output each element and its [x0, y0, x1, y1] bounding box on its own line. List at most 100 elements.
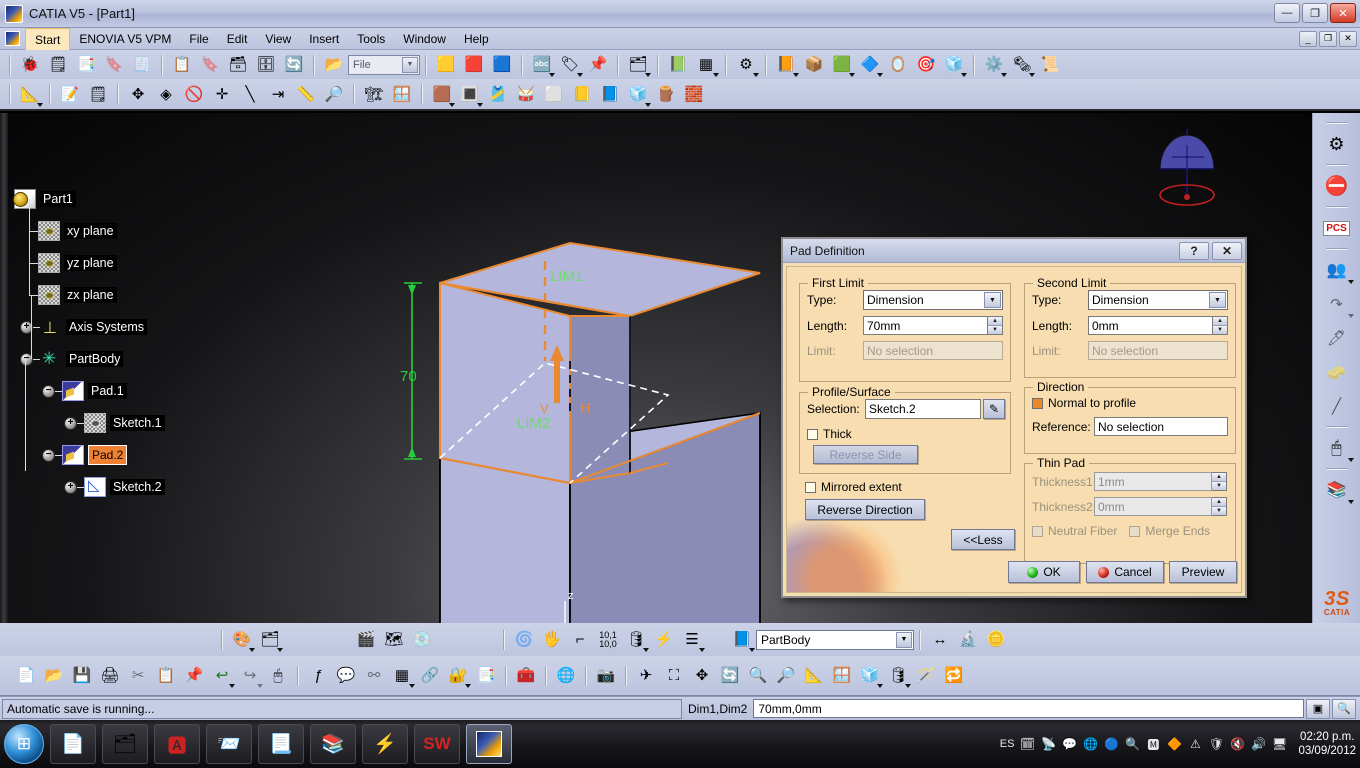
open-folder-icon[interactable]: 📂	[321, 52, 347, 77]
whats-this-help-icon[interactable]: 🖱	[265, 663, 291, 688]
hide-show-icon[interactable]: 🪄	[913, 663, 939, 688]
undo-icon[interactable]: ↩	[209, 663, 235, 688]
tree-item-partbody[interactable]: − ✳ PartBody	[20, 327, 165, 375]
shading-mode-icon[interactable]: 🛢	[885, 663, 911, 688]
capture-camera-icon[interactable]: 📷	[593, 663, 619, 688]
sketch-icon[interactable]: 📐	[17, 82, 43, 107]
tray-icon-6[interactable]: 🔍	[1124, 736, 1140, 752]
fly-mode-icon[interactable]: ✈	[633, 663, 659, 688]
taskbar-item-document-2[interactable]: 📃	[258, 724, 304, 764]
knowledge-gear-icon[interactable]: ⚙️	[981, 52, 1007, 77]
navigation-compass[interactable]	[1152, 127, 1222, 215]
tree-item-zx-plane[interactable]: zx plane	[29, 263, 165, 311]
list-tool-icon[interactable]: ☰	[679, 627, 705, 652]
minimize-button[interactable]: —	[1274, 3, 1300, 23]
cylinder-tool-icon[interactable]: 🛢	[623, 627, 649, 652]
tree-item-sketch-1[interactable]: + Sketch.1	[25, 391, 165, 439]
profile-selection-input[interactable]: Sketch.2	[865, 399, 981, 419]
translate-icon[interactable]: ✥	[125, 82, 151, 107]
pdm-list-icon[interactable]: 🗄	[253, 52, 279, 77]
sketch-edit-icon[interactable]: 📝	[57, 82, 83, 107]
thickness-icon[interactable]: 🟩	[829, 52, 855, 77]
measure-item-bottom-icon[interactable]: 🔬	[955, 627, 981, 652]
reverse-direction-button[interactable]: Reverse Direction	[805, 499, 925, 520]
publication-icon[interactable]: 🌐	[553, 663, 579, 688]
first-limit-type-select[interactable]: Dimension ▼	[863, 290, 1003, 310]
tray-icon-2[interactable]: 📡	[1040, 736, 1056, 752]
chevron-down-icon[interactable]: ▼	[1209, 292, 1226, 308]
tray-icon-4[interactable]: 🌐	[1082, 736, 1098, 752]
doc-minimize-button[interactable]: _	[1299, 30, 1317, 47]
hole-icon[interactable]: ⬜	[541, 82, 567, 107]
knowledge-expert-icon[interactable]: 📑	[473, 663, 499, 688]
section-cut-icon[interactable]: 🪟	[389, 82, 415, 107]
taskbar-item-solidworks[interactable]: SW	[414, 724, 460, 764]
constraint-analysis-icon[interactable]: ⚙	[733, 52, 759, 77]
start-button[interactable]: ⊞	[4, 724, 44, 764]
taskbar-item-explorer[interactable]: 🗂	[102, 724, 148, 764]
catalog-browser-icon[interactable]: 🗂	[625, 52, 651, 77]
split-icon[interactable]: 🔷	[857, 52, 883, 77]
scene-icon[interactable]: 🎬	[353, 627, 379, 652]
tree-item-sketch-2[interactable]: + ◺ Sketch.2	[25, 455, 165, 503]
flag-note-icon[interactable]: 🏷	[557, 52, 583, 77]
design-table-icon[interactable]: 🗞	[1009, 52, 1035, 77]
doc-restore-button[interactable]: ❐	[1319, 30, 1337, 47]
sketch-edit-button[interactable]: ✎	[983, 399, 1005, 419]
sketch-report-icon[interactable]: 🗒	[85, 82, 111, 107]
multi-view-icon[interactable]: 🪟	[829, 663, 855, 688]
taskbar-item-outlook[interactable]: 📨	[206, 724, 252, 764]
swap-visible-icon[interactable]: 🔁	[941, 663, 967, 688]
second-limit-limit-input[interactable]: No selection	[1088, 341, 1228, 360]
dialog-close-button[interactable]: ✕	[1212, 242, 1242, 260]
fit-all-in-icon[interactable]: ⛶	[661, 663, 687, 688]
tree-item-yz-plane[interactable]: yz plane	[29, 231, 165, 279]
tray-icon-7[interactable]: 🅼	[1145, 736, 1161, 752]
file-type-combo[interactable]: File ▼	[348, 54, 420, 75]
close-button[interactable]: ✕	[1330, 3, 1356, 23]
ok-button[interactable]: OK	[1008, 561, 1080, 583]
mirrored-extent-checkbox[interactable]	[805, 481, 816, 493]
line-icon[interactable]: ╲	[237, 82, 263, 107]
taskbar-item-autocad[interactable]: 🅰	[154, 724, 200, 764]
groove-icon[interactable]: 🥁	[513, 82, 539, 107]
menu-file[interactable]: File	[180, 28, 217, 50]
annotation-arrow-icon[interactable]: ↷	[1315, 287, 1359, 321]
apply-material-main-icon[interactable]: 🧰	[513, 663, 539, 688]
parameters-icon[interactable]: 10,1 10,0	[595, 627, 621, 652]
collapse-pad1-icon[interactable]: −	[42, 384, 55, 398]
eraser-icon[interactable]: 🧽	[1315, 355, 1359, 389]
isometric-view-icon[interactable]: 🧊	[857, 663, 883, 688]
less-button[interactable]: <<Less	[951, 529, 1015, 550]
preview-button[interactable]: Preview	[1169, 561, 1237, 583]
tree-item-pad-2[interactable]: − Pad.2	[25, 423, 165, 471]
window-restore-small-icon[interactable]: ▣	[1306, 698, 1330, 719]
taskbar-item-catia[interactable]	[466, 724, 512, 764]
formula-icon[interactable]: ƒ	[305, 663, 331, 688]
tray-icon-3[interactable]: 💬	[1061, 736, 1077, 752]
measure-distance-icon[interactable]: ↔	[927, 627, 953, 652]
stiffener-icon[interactable]: 🧊	[625, 82, 651, 107]
menu-edit[interactable]: Edit	[218, 28, 257, 50]
tree-item-pad-1[interactable]: − Pad.1	[25, 359, 165, 407]
enovia-connect-icon[interactable]: 🐞	[17, 52, 43, 77]
tray-icon-8[interactable]: 🔶	[1166, 736, 1182, 752]
normal-view-icon[interactable]: 📐	[801, 663, 827, 688]
measure-between-icon[interactable]: 🟦	[489, 52, 515, 77]
normal-to-profile-checkbox[interactable]	[1032, 397, 1043, 409]
cancel-exit-icon[interactable]: ⛔	[1315, 169, 1359, 203]
render-icon[interactable]: 💿	[409, 627, 435, 652]
tree-item-part1[interactable]: Part1	[13, 183, 165, 215]
expand-sketch2-icon[interactable]: +	[64, 480, 77, 494]
manipulate-icon[interactable]: 🖐	[539, 627, 565, 652]
snap-icon[interactable]: ⇥	[265, 82, 291, 107]
first-limit-limit-input[interactable]: No selection	[863, 341, 1003, 360]
volume-icon[interactable]: 🔊	[1250, 736, 1266, 752]
rib-icon[interactable]: 📒	[569, 82, 595, 107]
apply-material-bottom-icon[interactable]: 🎨	[229, 627, 255, 652]
sketch-tracer-icon[interactable]: 📗	[665, 52, 691, 77]
slot-icon[interactable]: 📘	[597, 82, 623, 107]
mirrored-extent-row[interactable]: Mirrored extent	[805, 480, 902, 494]
paste-icon[interactable]: 📌	[181, 663, 207, 688]
pocket-icon[interactable]: 🔳	[457, 82, 483, 107]
